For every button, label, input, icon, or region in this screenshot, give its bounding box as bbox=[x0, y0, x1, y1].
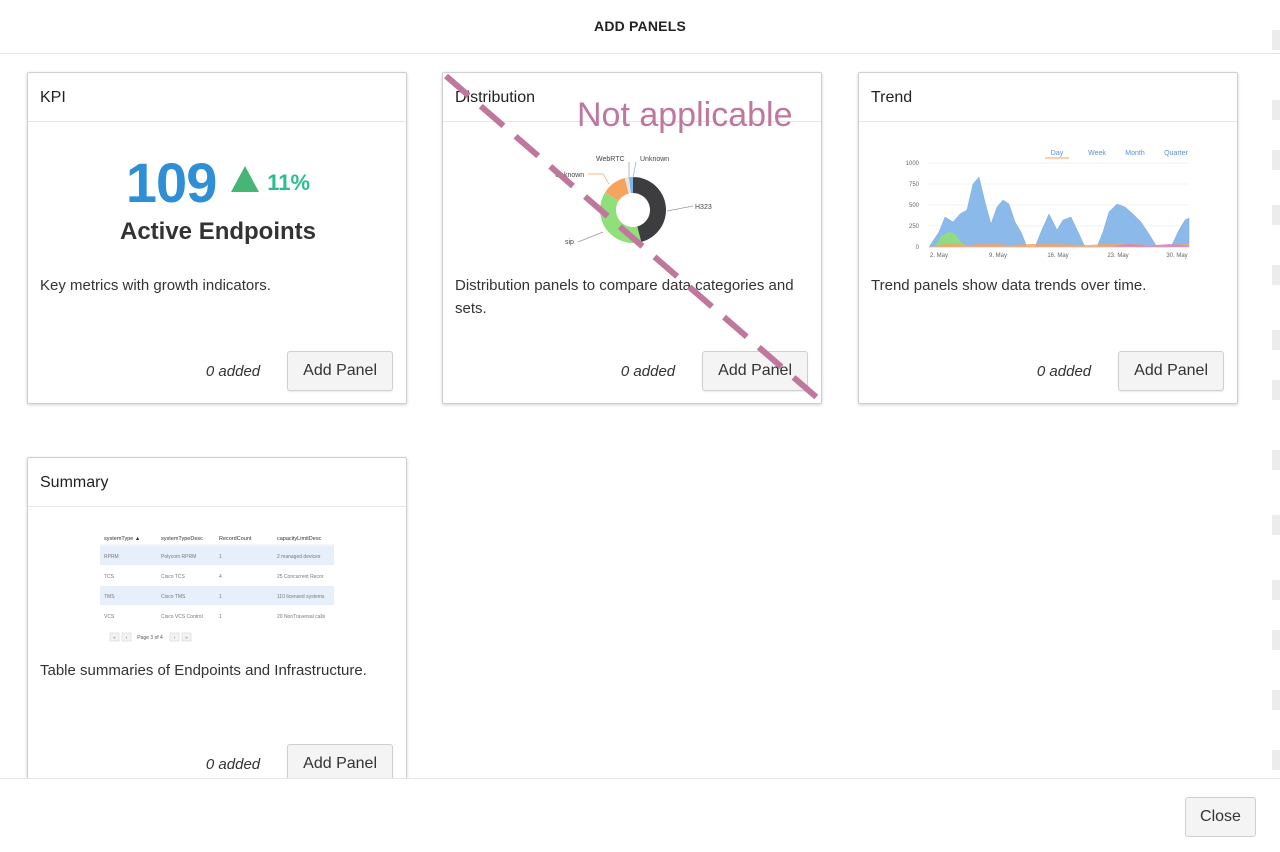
summary-card: Summary systemType ▲ systemTypeDesc Reco… bbox=[27, 457, 407, 797]
table-cell: 1 bbox=[219, 614, 222, 620]
modal-footer: Close bbox=[0, 778, 1280, 852]
donut-segments bbox=[600, 177, 666, 243]
kpi-preview: 109 11% Active Endpoints bbox=[28, 122, 406, 272]
kpi-card: KPI 109 11% Active Endpoints Key metrics… bbox=[27, 72, 407, 404]
trend-tab[interactable]: Month bbox=[1125, 150, 1145, 157]
table-cell: 1 bbox=[219, 554, 222, 560]
card-description: Trend panels show data trends over time. bbox=[871, 277, 1147, 294]
added-count: 0 added bbox=[205, 362, 261, 380]
distribution-card: Distribution H323 sip Unknown WebRTC Unk… bbox=[442, 72, 822, 404]
x-tick: 30. May bbox=[1166, 253, 1187, 259]
kpi-value: 109 bbox=[125, 151, 217, 214]
card-title: Summary bbox=[28, 458, 406, 507]
kpi-change: 11% bbox=[267, 169, 311, 195]
y-tick: 250 bbox=[909, 224, 920, 230]
y-tick: 750 bbox=[909, 182, 920, 188]
trend-card: Trend Day Week Month Quarter 1000 750 50… bbox=[858, 72, 1238, 404]
column-header: RecordCount bbox=[219, 536, 252, 542]
table-cell: Cisco TMS bbox=[161, 594, 186, 600]
x-tick: 9. May bbox=[989, 253, 1007, 259]
background-page-edge bbox=[1270, 30, 1280, 790]
added-count: 0 added bbox=[620, 362, 676, 380]
distribution-label: H323 bbox=[695, 204, 712, 211]
table-cell: 25 Concurrent Recor bbox=[277, 574, 324, 580]
table-cell: 4 bbox=[219, 574, 222, 580]
up-arrow-icon bbox=[230, 165, 259, 192]
column-header: systemTypeDesc bbox=[161, 536, 203, 542]
summary-preview: systemType ▲ systemTypeDesc RecordCount … bbox=[28, 507, 406, 657]
pager-text: Page 3 of 4 bbox=[137, 635, 163, 641]
table-cell: Cisco TCS bbox=[161, 574, 185, 580]
card-title: KPI bbox=[28, 73, 406, 122]
table-cell: TMS bbox=[104, 594, 115, 600]
y-tick: 0 bbox=[916, 245, 920, 251]
y-tick: 1000 bbox=[906, 161, 920, 167]
added-count: 0 added bbox=[205, 755, 261, 773]
x-tick: 16. May bbox=[1047, 253, 1068, 259]
trend-tab[interactable]: Day bbox=[1051, 150, 1064, 157]
kpi-label: Active Endpoints bbox=[119, 218, 317, 245]
summary-table: systemType ▲ systemTypeDesc RecordCount … bbox=[100, 536, 334, 642]
modal-title: ADD PANELS bbox=[594, 18, 686, 34]
x-tick: 23. May bbox=[1107, 253, 1128, 259]
trend-tab[interactable]: Quarter bbox=[1164, 150, 1188, 157]
distribution-label: Unknown bbox=[555, 172, 584, 179]
distribution-label: sip bbox=[565, 239, 574, 246]
add-panel-button[interactable]: Add Panel bbox=[1118, 351, 1224, 391]
table-cell: VCS bbox=[104, 614, 115, 620]
table-cell: Cisco VCS Control bbox=[161, 614, 203, 620]
column-header: capacityLimitDesc bbox=[277, 536, 322, 542]
y-tick: 500 bbox=[909, 203, 920, 209]
added-count: 0 added bbox=[1036, 362, 1092, 380]
distribution-label: WebRTC bbox=[596, 156, 625, 163]
table-cell: 1 bbox=[219, 594, 222, 600]
trend-preview: Day Week Month Quarter 1000 750 500 250 … bbox=[859, 122, 1237, 272]
table-cell: 110 licensed systems bbox=[277, 594, 325, 600]
card-description: Distribution panels to compare data cate… bbox=[455, 277, 794, 317]
table-cell: Polycom RPRM bbox=[161, 554, 196, 560]
table-cell: 20 NonTraversal calls bbox=[277, 614, 326, 620]
donut-chart: H323 sip Unknown WebRTC Unknown bbox=[555, 156, 712, 246]
card-title: Distribution bbox=[443, 73, 821, 122]
table-cell: TCS bbox=[104, 574, 115, 580]
x-tick: 2. May bbox=[930, 253, 948, 259]
modal-header: ADD PANELS bbox=[0, 0, 1280, 54]
add-panel-button[interactable]: Add Panel bbox=[287, 351, 393, 391]
trend-tab[interactable]: Week bbox=[1088, 150, 1106, 157]
distribution-label: Unknown bbox=[640, 156, 669, 163]
column-header: systemType ▲ bbox=[104, 536, 140, 542]
table-cell: RPRM bbox=[104, 554, 119, 560]
distribution-preview: H323 sip Unknown WebRTC Unknown bbox=[443, 122, 821, 272]
card-description: Table summaries of Endpoints and Infrast… bbox=[40, 662, 367, 679]
card-description: Key metrics with growth indicators. bbox=[40, 277, 271, 294]
add-panel-button[interactable]: Add Panel bbox=[702, 351, 808, 391]
donut-segment bbox=[600, 192, 642, 243]
close-button[interactable]: Close bbox=[1185, 797, 1256, 837]
table-cell: 2 managed devices bbox=[277, 554, 321, 560]
card-title: Trend bbox=[859, 73, 1237, 122]
area-chart: Day Week Month Quarter 1000 750 500 250 … bbox=[906, 150, 1190, 259]
